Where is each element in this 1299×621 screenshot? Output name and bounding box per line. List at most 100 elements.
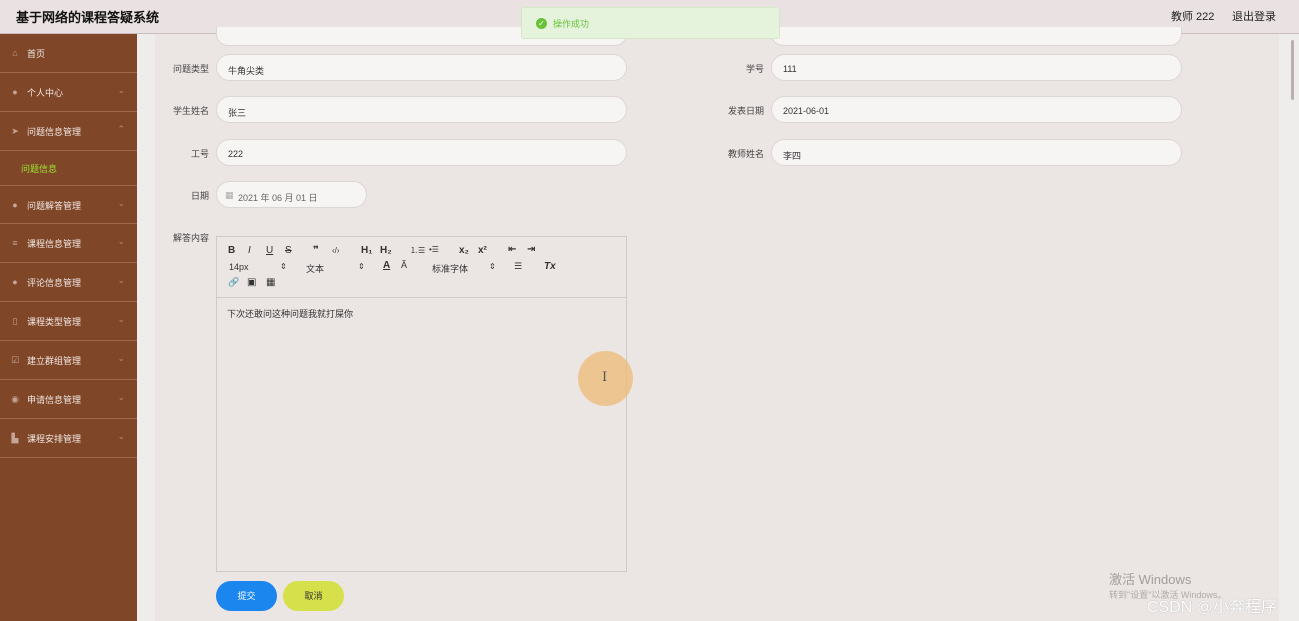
- user-icon: ●: [12, 277, 18, 287]
- sidebar-item-label: 问题解答管理: [27, 201, 82, 211]
- video-button[interactable]: ▦: [266, 277, 275, 288]
- background-color-button[interactable]: Ã: [401, 260, 407, 270]
- sidebar-item-label: 首页: [27, 49, 46, 59]
- user-icon: ●: [12, 200, 18, 210]
- outdent-button[interactable]: ⇤: [508, 244, 516, 255]
- sidebar-item-group-management[interactable]: ☑ 建立群组管理 ⌄: [0, 341, 137, 380]
- home-icon: ⌂: [12, 48, 18, 58]
- chart-icon: ▙: [11, 433, 19, 443]
- chevron-down-icon: ⌄: [117, 431, 125, 441]
- chevron-down-icon: ⌄: [117, 236, 125, 246]
- sidebar-item-label: 课程安排管理: [27, 434, 82, 444]
- list-icon: ≡: [12, 238, 18, 248]
- bold-button[interactable]: B: [228, 245, 235, 256]
- sidebar-item-label: 建立群组管理: [27, 356, 82, 366]
- csdn-watermark: CSDN @小奔程序: [1147, 599, 1278, 616]
- app-title: 基于网络的课程答疑系统: [16, 10, 160, 25]
- sidebar-item-answer-management[interactable]: ● 问题解答管理 ⌄: [0, 185, 137, 224]
- current-user-label: 教师 222: [1171, 11, 1215, 23]
- user-icon: ●: [12, 87, 18, 97]
- italic-button[interactable]: I: [248, 245, 251, 256]
- strike-button[interactable]: S: [285, 245, 292, 256]
- sidebar-item-schedule-management[interactable]: ▙ 课程安排管理 ⌄: [0, 419, 137, 458]
- answer-content-label: 解答内容: [172, 233, 209, 243]
- logout-link[interactable]: 退出登录: [1232, 8, 1276, 24]
- chevron-down-icon: ⌄: [117, 198, 125, 208]
- send-icon: ➤: [11, 126, 19, 136]
- toast-message: 操作成功: [553, 19, 590, 29]
- phone-icon: ▯: [12, 316, 18, 326]
- chevron-down-icon: ⌄: [117, 275, 125, 285]
- sidebar-item-label: 评论信息管理: [27, 278, 82, 288]
- sidebar-item-question-management[interactable]: ➤ 问题信息管理 ⌃: [0, 112, 137, 151]
- editor-content[interactable]: 下次还敢问这种问题我就打屎你: [227, 307, 353, 320]
- sidebar-item-comment-management[interactable]: ● 评论信息管理 ⌄: [0, 263, 137, 302]
- chevron-up-icon: ⌃: [117, 124, 125, 134]
- sidebar-subitem-question-info[interactable]: 问题信息: [0, 151, 137, 185]
- text-style-select[interactable]: 文本: [306, 262, 324, 275]
- chevron-down-icon: ⌄: [117, 85, 125, 95]
- text-cursor-icon: I: [602, 370, 608, 385]
- student-name-label: 学生姓名: [172, 106, 209, 116]
- sidebar-item-label: 问题信息管理: [27, 127, 82, 137]
- caret-updown-icon: ⇕: [280, 262, 287, 271]
- student-name-input[interactable]: 张三: [216, 96, 627, 123]
- publish-date-input[interactable]: 2021-06-01: [771, 96, 1182, 123]
- publish-date-label: 发表日期: [727, 106, 764, 116]
- submit-button[interactable]: 提交: [216, 581, 277, 611]
- link-button[interactable]: 🔗: [228, 277, 239, 288]
- font-family-select[interactable]: 标准字体: [432, 262, 468, 275]
- sidebar-item-label: 个人中心: [27, 88, 64, 98]
- student-id-label: 学号: [745, 64, 764, 74]
- ordered-list-button[interactable]: ⒈☰: [410, 245, 425, 256]
- heading-2-button[interactable]: H₂: [380, 245, 392, 256]
- teacher-name-input[interactable]: 李四: [771, 139, 1182, 166]
- question-type-input[interactable]: 牛角尖类: [216, 54, 627, 81]
- date-picker-input[interactable]: ▦ 2021 年 06 月 01 日: [216, 181, 367, 208]
- chevron-down-icon: ⌄: [117, 314, 125, 324]
- calendar-icon: ▦: [225, 190, 234, 200]
- code-block-button[interactable]: ‹/›: [332, 246, 340, 255]
- sidebar-item-label: 申请信息管理: [27, 395, 82, 405]
- staff-id-label: 工号: [190, 149, 209, 159]
- indent-button[interactable]: ⇥: [527, 244, 535, 255]
- subscript-button[interactable]: x₂: [459, 245, 469, 256]
- text-color-button[interactable]: A: [383, 260, 390, 271]
- student-id-input[interactable]: 111: [771, 54, 1182, 81]
- question-type-label: 问题类型: [172, 64, 209, 74]
- superscript-button[interactable]: x²: [478, 245, 487, 256]
- sidebar-item-course-management[interactable]: ≡ 课程信息管理 ⌄: [0, 224, 137, 263]
- sidebar-item-application-management[interactable]: ◉ 申请信息管理 ⌄: [0, 380, 137, 419]
- caret-updown-icon: ⇕: [358, 262, 365, 271]
- previous-field-input[interactable]: [771, 27, 1182, 46]
- success-toast: ✓ 操作成功: [521, 7, 780, 39]
- align-button[interactable]: ☰: [514, 261, 522, 272]
- underline-button[interactable]: U: [266, 245, 273, 256]
- date-picker-value: 2021 年 06 月 01 日: [238, 193, 318, 203]
- sidebar-item-home[interactable]: ⌂ 首页: [0, 34, 137, 73]
- image-button[interactable]: ▣: [247, 277, 256, 288]
- cancel-button[interactable]: 取消: [283, 581, 344, 611]
- teacher-name-label: 教师姓名: [727, 149, 764, 159]
- font-size-select[interactable]: 14px: [229, 262, 249, 272]
- blockquote-button[interactable]: ❞: [313, 245, 319, 256]
- sidebar-subitem-label: 问题信息: [21, 164, 58, 174]
- location-icon: ◉: [11, 394, 19, 404]
- editor-toolbar: B I U S ❞ ‹/› H₁ H₂ ⒈☰ •☰ x₂ x² ⇤ ⇥ 14px…: [217, 237, 626, 298]
- chevron-down-icon: ⌄: [117, 392, 125, 402]
- date-label: 日期: [190, 191, 209, 201]
- sidebar-item-label: 课程类型管理: [27, 317, 82, 327]
- check-circle-icon: ✓: [536, 18, 547, 29]
- sidebar: ⌂ 首页 ● 个人中心 ⌄ ➤ 问题信息管理 ⌃ 问题信息 ● 问题解答管理 ⌄…: [0, 34, 137, 621]
- sidebar-item-personal-center[interactable]: ● 个人中心 ⌄: [0, 73, 137, 112]
- chevron-down-icon: ⌄: [117, 353, 125, 363]
- vertical-scrollbar[interactable]: [1291, 40, 1294, 100]
- bullet-list-button[interactable]: •☰: [429, 245, 439, 254]
- windows-activation-watermark: 激活 Windows: [1109, 572, 1192, 587]
- staff-id-input[interactable]: 222: [216, 139, 627, 166]
- checkbox-icon: ☑: [10, 355, 20, 365]
- sidebar-item-label: 课程信息管理: [27, 239, 82, 249]
- clear-format-button[interactable]: Tx: [544, 261, 556, 272]
- sidebar-item-course-type-management[interactable]: ▯ 课程类型管理 ⌄: [0, 302, 137, 341]
- heading-1-button[interactable]: H₁: [361, 245, 372, 256]
